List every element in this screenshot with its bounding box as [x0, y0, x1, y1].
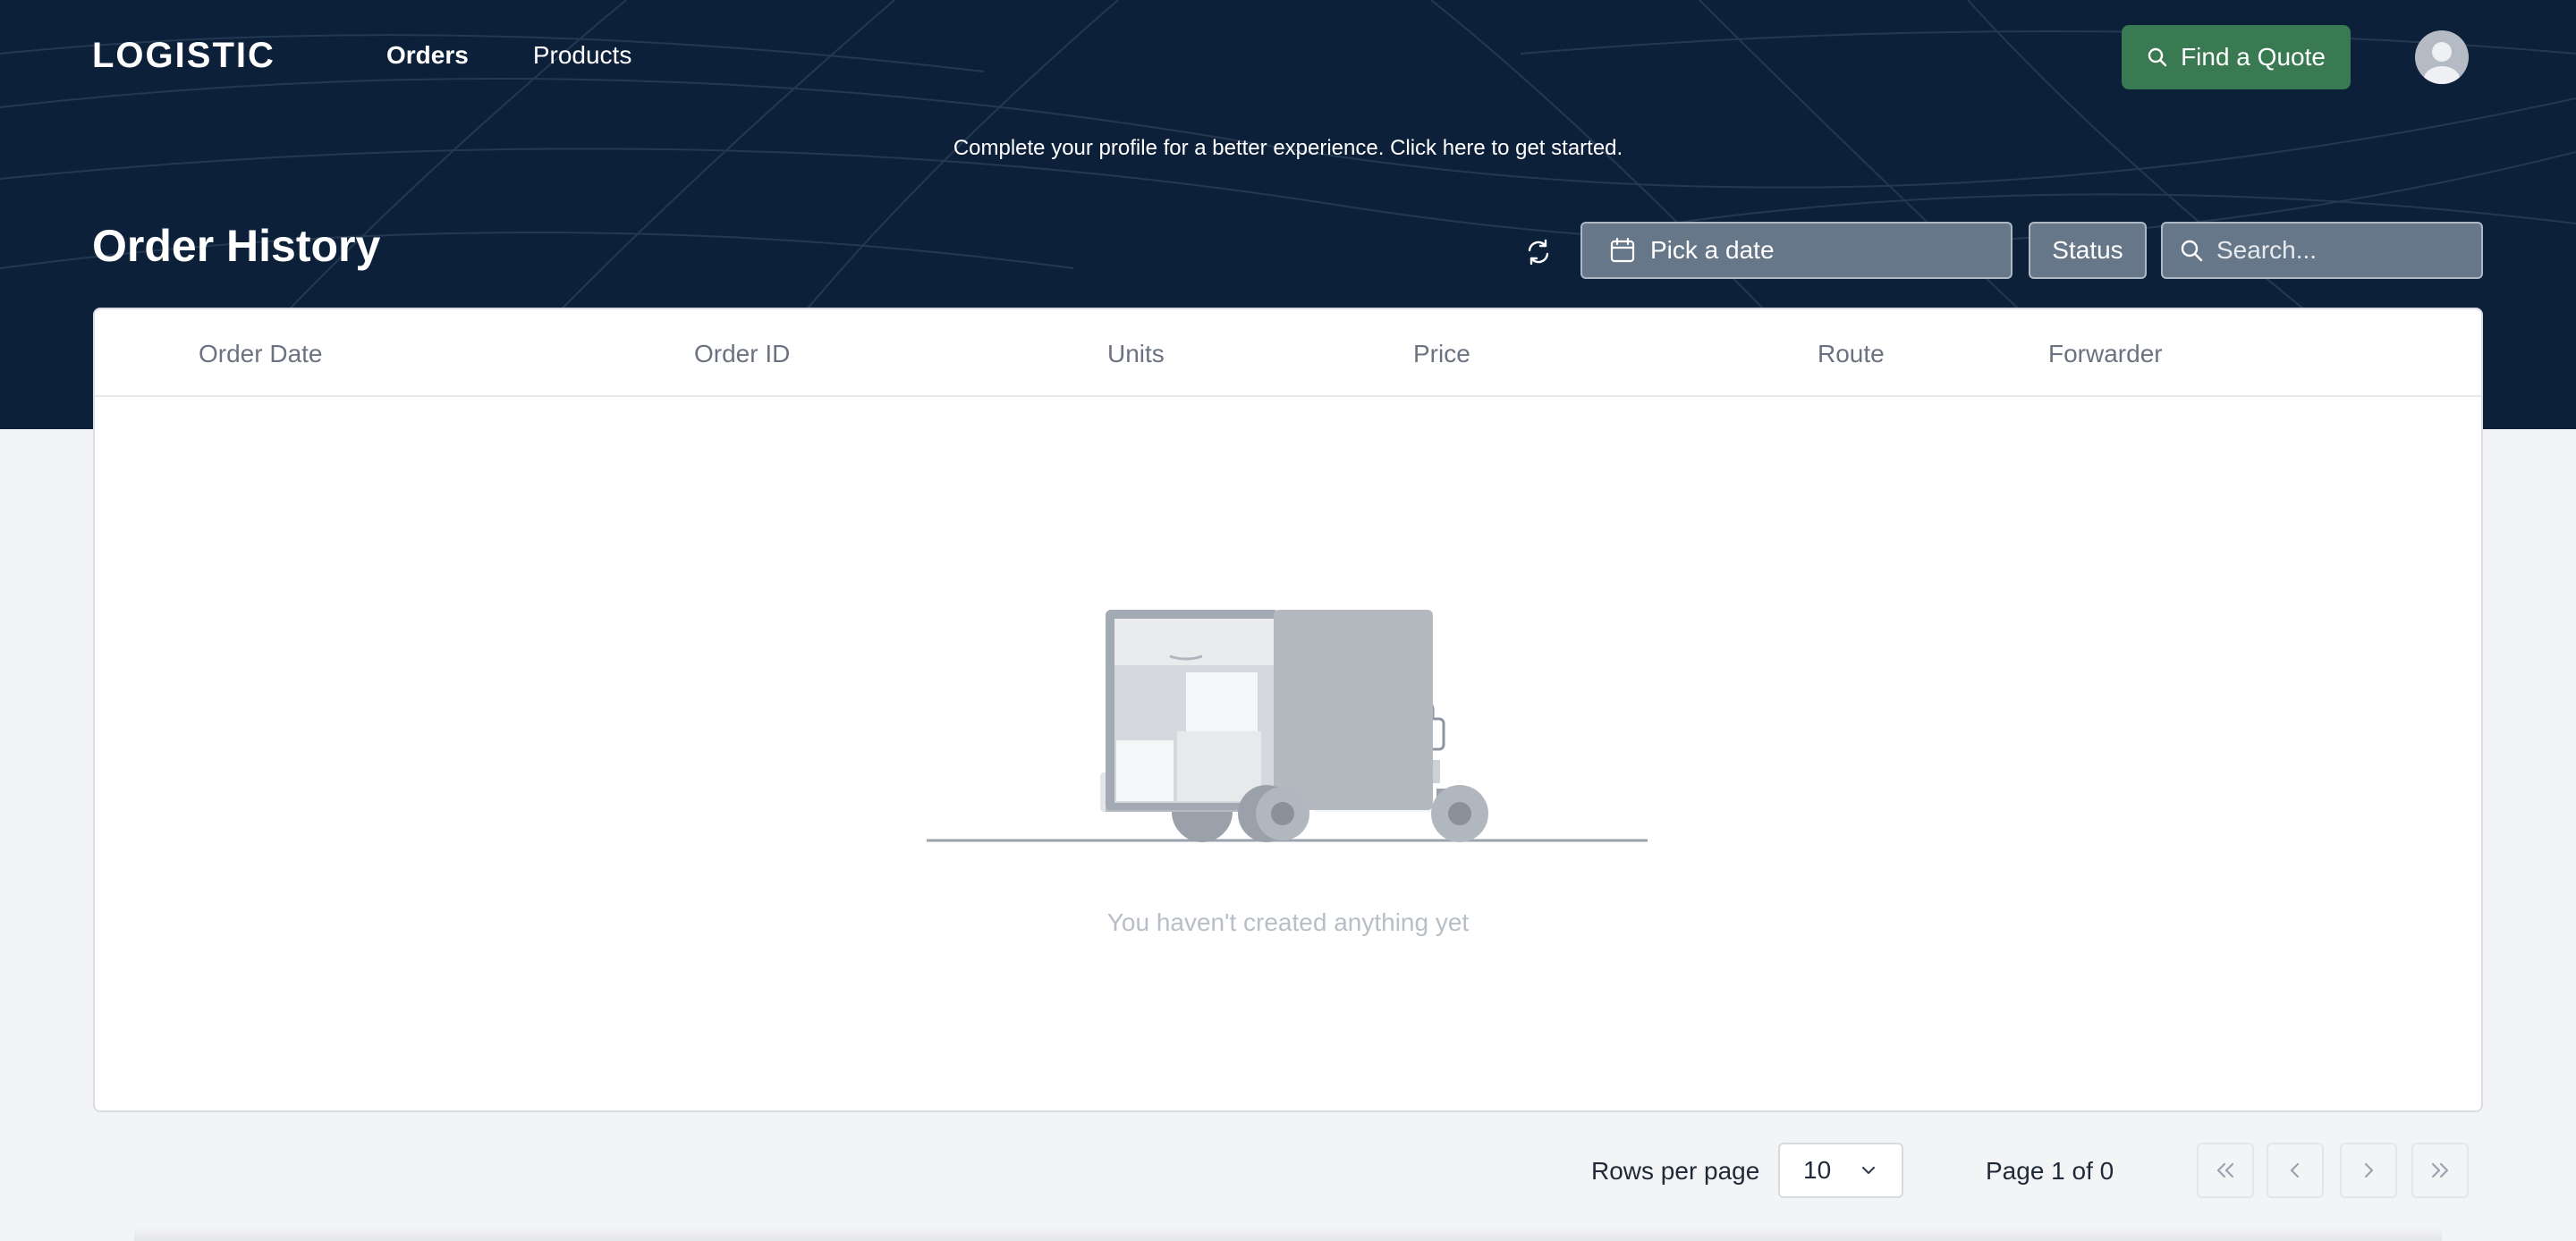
footer-shadow — [134, 1227, 2442, 1241]
chevron-down-icon — [1861, 1166, 1876, 1175]
nav-item-products[interactable]: Products — [533, 41, 632, 70]
next-page-button[interactable] — [2340, 1143, 2397, 1198]
nav-item-orders[interactable]: Orders — [386, 41, 469, 70]
date-picker[interactable]: Pick a date — [1580, 222, 2012, 279]
refresh-icon — [1528, 239, 1549, 266]
orders-table: Order Date Order ID Units Price Route Fo… — [93, 308, 2483, 1112]
column-header-order-id[interactable]: Order ID — [694, 340, 790, 368]
column-header-order-date[interactable]: Order Date — [199, 340, 323, 368]
user-icon — [2424, 42, 2460, 84]
chevrons-left-icon — [2216, 1162, 2234, 1178]
page-info: Page 1 of 0 — [1986, 1157, 2114, 1185]
page-title: Order History — [92, 221, 381, 271]
date-picker-placeholder: Pick a date — [1650, 236, 1775, 264]
table-header: Order Date Order ID Units Price Route Fo… — [95, 309, 2481, 397]
calendar-icon — [1610, 237, 1635, 263]
status-filter-button[interactable]: Status — [2029, 222, 2147, 279]
first-page-button[interactable] — [2197, 1143, 2254, 1198]
search-icon — [2181, 240, 2203, 262]
chevron-right-icon — [2364, 1162, 2374, 1178]
find-quote-button[interactable]: Find a Quote — [2122, 25, 2351, 89]
column-header-forwarder[interactable]: Forwarder — [2048, 340, 2163, 368]
last-page-button[interactable] — [2411, 1143, 2469, 1198]
chevron-left-icon — [2290, 1162, 2300, 1178]
search-input[interactable]: Search... — [2161, 222, 2483, 279]
empty-truck-illustration — [927, 610, 1648, 842]
column-header-price[interactable]: Price — [1413, 340, 1470, 368]
rows-per-page-value: 10 — [1803, 1156, 1832, 1184]
column-header-route[interactable]: Route — [1818, 340, 1885, 368]
main-nav: Orders Products — [386, 41, 631, 70]
find-quote-label: Find a Quote — [2181, 43, 2326, 71]
profile-banner[interactable]: Complete your profile for a better exper… — [0, 136, 2576, 161]
empty-state-message: You haven't created anything yet — [1106, 908, 1470, 936]
previous-page-button[interactable] — [2267, 1143, 2324, 1198]
avatar[interactable] — [2415, 30, 2469, 84]
logo[interactable]: LOGISTIC — [92, 36, 275, 76]
search-icon — [2148, 47, 2167, 67]
rows-per-page-select[interactable]: 10 — [1778, 1143, 1903, 1198]
status-filter-label: Status — [2052, 236, 2123, 264]
refresh-button[interactable] — [1521, 234, 1556, 270]
column-header-units[interactable]: Units — [1107, 340, 1165, 368]
chevrons-right-icon — [2431, 1162, 2449, 1178]
search-placeholder: Search... — [2216, 236, 2318, 264]
rows-per-page-label: Rows per page — [1591, 1157, 1760, 1185]
